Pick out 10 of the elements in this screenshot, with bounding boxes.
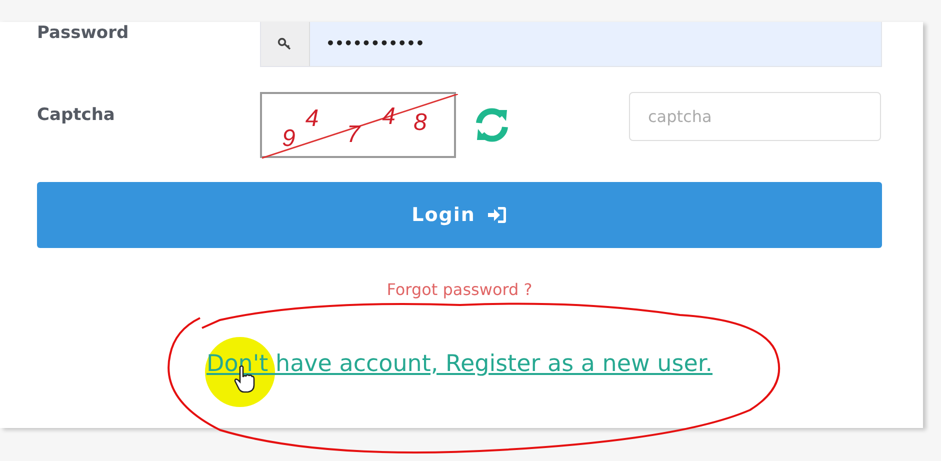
key-icon	[277, 36, 293, 52]
login-button[interactable]: Login	[37, 182, 882, 248]
register-link[interactable]: Don't have account, Register as a new user.	[206, 351, 713, 377]
forgot-password-link[interactable]: Forgot password ?	[386, 280, 532, 299]
sign-in-icon	[487, 206, 508, 224]
password-field[interactable]: •••••••••••	[260, 22, 882, 67]
password-label: Password	[37, 23, 130, 45]
refresh-icon[interactable]	[473, 106, 511, 144]
captcha-field[interactable]: captcha	[629, 92, 881, 141]
captcha-label: Captcha	[37, 105, 116, 127]
